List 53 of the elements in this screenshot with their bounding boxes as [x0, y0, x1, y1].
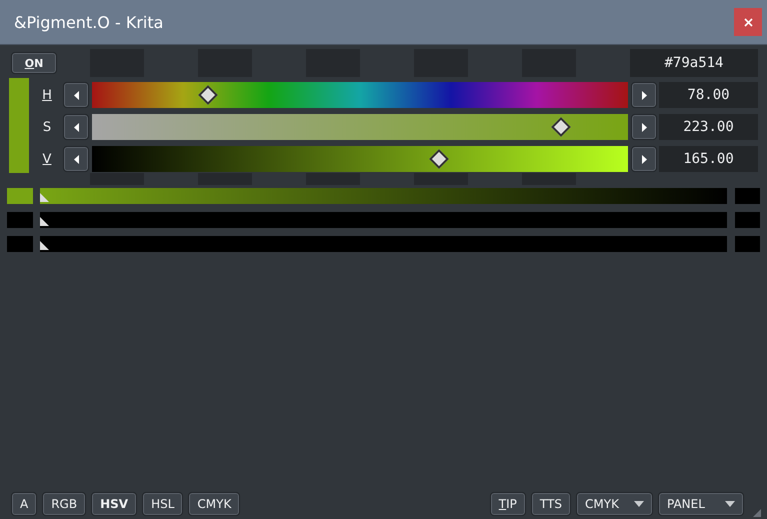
increase-button[interactable]: [631, 114, 657, 140]
channel-label: H: [41, 88, 53, 102]
mode-button[interactable]: RGB: [42, 492, 86, 516]
mode-button[interactable]: CMYK: [188, 492, 240, 516]
left-arrow-icon: [74, 90, 78, 100]
dropdown-button[interactable]: PANEL: [658, 492, 744, 516]
mixer-handle[interactable]: [40, 217, 49, 226]
left-arrow-icon: [74, 154, 78, 164]
channel-label: V: [42, 152, 52, 166]
caret-icon: [725, 501, 735, 507]
channel-label: S: [42, 120, 52, 134]
range-block: [90, 173, 144, 185]
resize-grip-icon[interactable]: [753, 509, 761, 517]
right-arrow-icon: [642, 154, 646, 164]
mode-button[interactable]: HSV: [91, 492, 138, 516]
toolbar-button[interactable]: TTS: [530, 492, 571, 516]
decrease-button[interactable]: [63, 114, 89, 140]
channel-slider[interactable]: [92, 146, 628, 172]
value-field[interactable]: 78.00: [659, 82, 758, 108]
channel-slider[interactable]: [92, 114, 628, 140]
mixer-handle[interactable]: [40, 193, 49, 202]
mixer-swatch[interactable]: [735, 236, 760, 252]
right-arrow-icon: [642, 90, 646, 100]
mode-button[interactable]: HSL: [142, 492, 184, 516]
value-field[interactable]: 165.00: [659, 146, 758, 172]
range-block: [414, 173, 468, 185]
mixer-handle[interactable]: [40, 241, 49, 250]
mixer-swatch[interactable]: [735, 212, 760, 228]
close-icon: [744, 18, 752, 26]
mixer-swatch[interactable]: [7, 236, 33, 252]
caret-icon: [634, 501, 644, 507]
dropdown-button[interactable]: CMYK: [576, 492, 653, 516]
window-title: &Pigment.O - Krita: [14, 12, 164, 32]
right-arrow-icon: [642, 122, 646, 132]
hex-field[interactable]: #79a514: [630, 49, 758, 77]
mixer-swatch[interactable]: [7, 188, 33, 204]
toolbar-button[interactable]: TIP: [490, 492, 526, 516]
on-button[interactable]: ON: [11, 52, 57, 74]
left-arrow-icon: [74, 122, 78, 132]
range-block: [306, 173, 360, 185]
range-block: [522, 173, 576, 185]
increase-button[interactable]: [631, 146, 657, 172]
value-field[interactable]: 223.00: [659, 114, 758, 140]
range-block: [198, 173, 252, 185]
increase-button[interactable]: [631, 82, 657, 108]
decrease-button[interactable]: [63, 82, 89, 108]
decrease-button[interactable]: [63, 146, 89, 172]
mode-button[interactable]: A: [11, 492, 38, 516]
mixer-swatch[interactable]: [735, 188, 760, 204]
channel-slider[interactable]: [92, 82, 628, 108]
close-button[interactable]: [734, 8, 762, 36]
mixer-swatch[interactable]: [7, 212, 33, 228]
mixer-gradient[interactable]: [40, 188, 727, 204]
